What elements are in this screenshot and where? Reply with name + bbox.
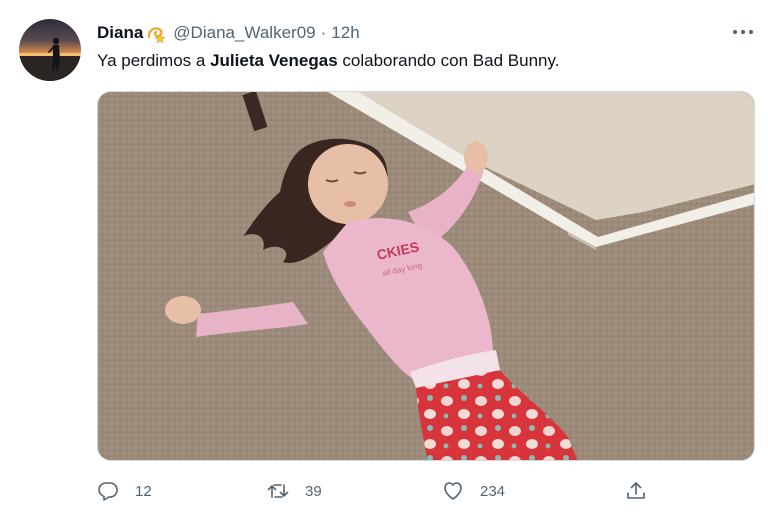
timestamp[interactable]: 12h [331,23,359,43]
share-button[interactable] [625,478,647,504]
tweet-text-post: colaborando con Bad Bunny. [337,51,560,70]
tweet-actions: 12 39 234 [97,478,657,504]
more-dot-icon [741,30,745,34]
more-options-button[interactable] [733,25,753,39]
more-dot-icon [733,30,737,34]
retweet-button[interactable]: 39 [267,478,322,504]
separator-dot: · [320,23,327,42]
retweet-icon [267,480,289,502]
like-count: 234 [480,482,506,500]
heart-icon [442,480,464,502]
reply-icon [97,480,119,502]
avatar-silhouette-icon [19,37,81,81]
avatar[interactable] [19,19,81,81]
user-handle[interactable]: @Diana_Walker09 [173,23,315,43]
reply-button[interactable]: 12 [97,478,152,504]
tweet-text-pre: Ya perdimos a [97,51,211,70]
display-name[interactable]: Diana [97,23,143,43]
tweet-media-photo[interactable]: CKIES all day long [97,91,755,461]
reply-count: 12 [135,482,152,500]
like-button[interactable]: 234 [442,478,505,504]
tweet: Diana @Diana_Walker09 · 12h Ya perdimos … [0,0,768,521]
tweet-text-bold: Julieta Venegas [210,51,338,70]
tweet-text: Ya perdimos a Julieta Venegas colaborand… [97,50,559,72]
photo-child-on-carpet: CKIES all day long [98,92,754,460]
share-icon [625,480,647,502]
more-dot-icon [749,30,753,34]
tweet-header: Diana @Diana_Walker09 · 12h [97,22,360,44]
retweet-count: 39 [305,482,322,500]
dizzy-star-icon [145,22,167,44]
